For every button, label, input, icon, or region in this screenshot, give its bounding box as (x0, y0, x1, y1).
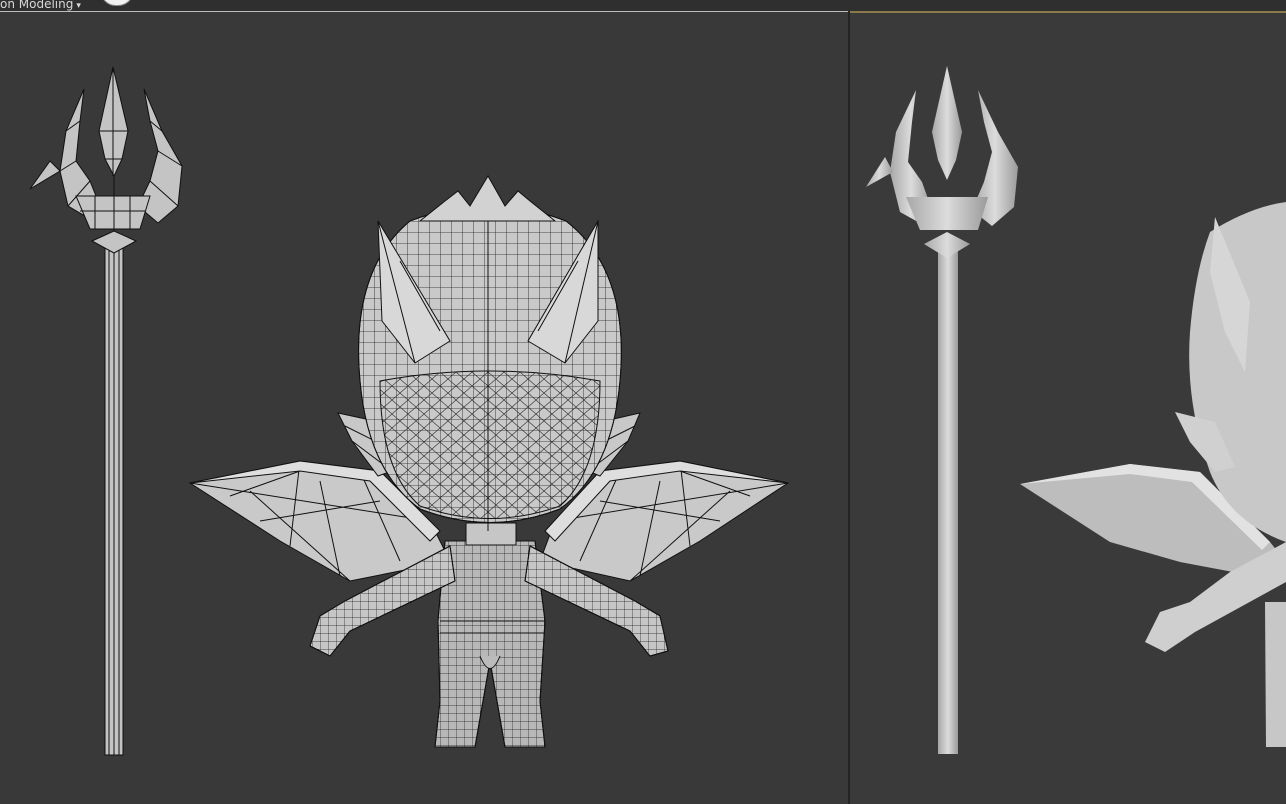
chevron-down-icon[interactable]: ▾ (76, 1, 81, 11)
viewport-front-wireframe[interactable] (0, 11, 849, 804)
devil-head-wire[interactable] (358, 175, 622, 531)
neck-wire (465, 522, 517, 546)
trident-model-shaded[interactable] (866, 66, 1018, 754)
wireframe-scene (29, 66, 790, 756)
trident-model-wire[interactable] (29, 66, 183, 756)
devil-model-shaded[interactable] (1020, 202, 1286, 747)
app-logo-button[interactable] (100, 0, 134, 6)
ribbon-tab[interactable]: on Modeling ▾ (0, 0, 81, 11)
viewport-perspective-shaded[interactable] (850, 11, 1286, 804)
ribbon-tab-label: on Modeling (0, 0, 74, 11)
shaded-scene (866, 66, 1286, 754)
3d-modeling-app: on Modeling ▾ (0, 0, 1286, 804)
